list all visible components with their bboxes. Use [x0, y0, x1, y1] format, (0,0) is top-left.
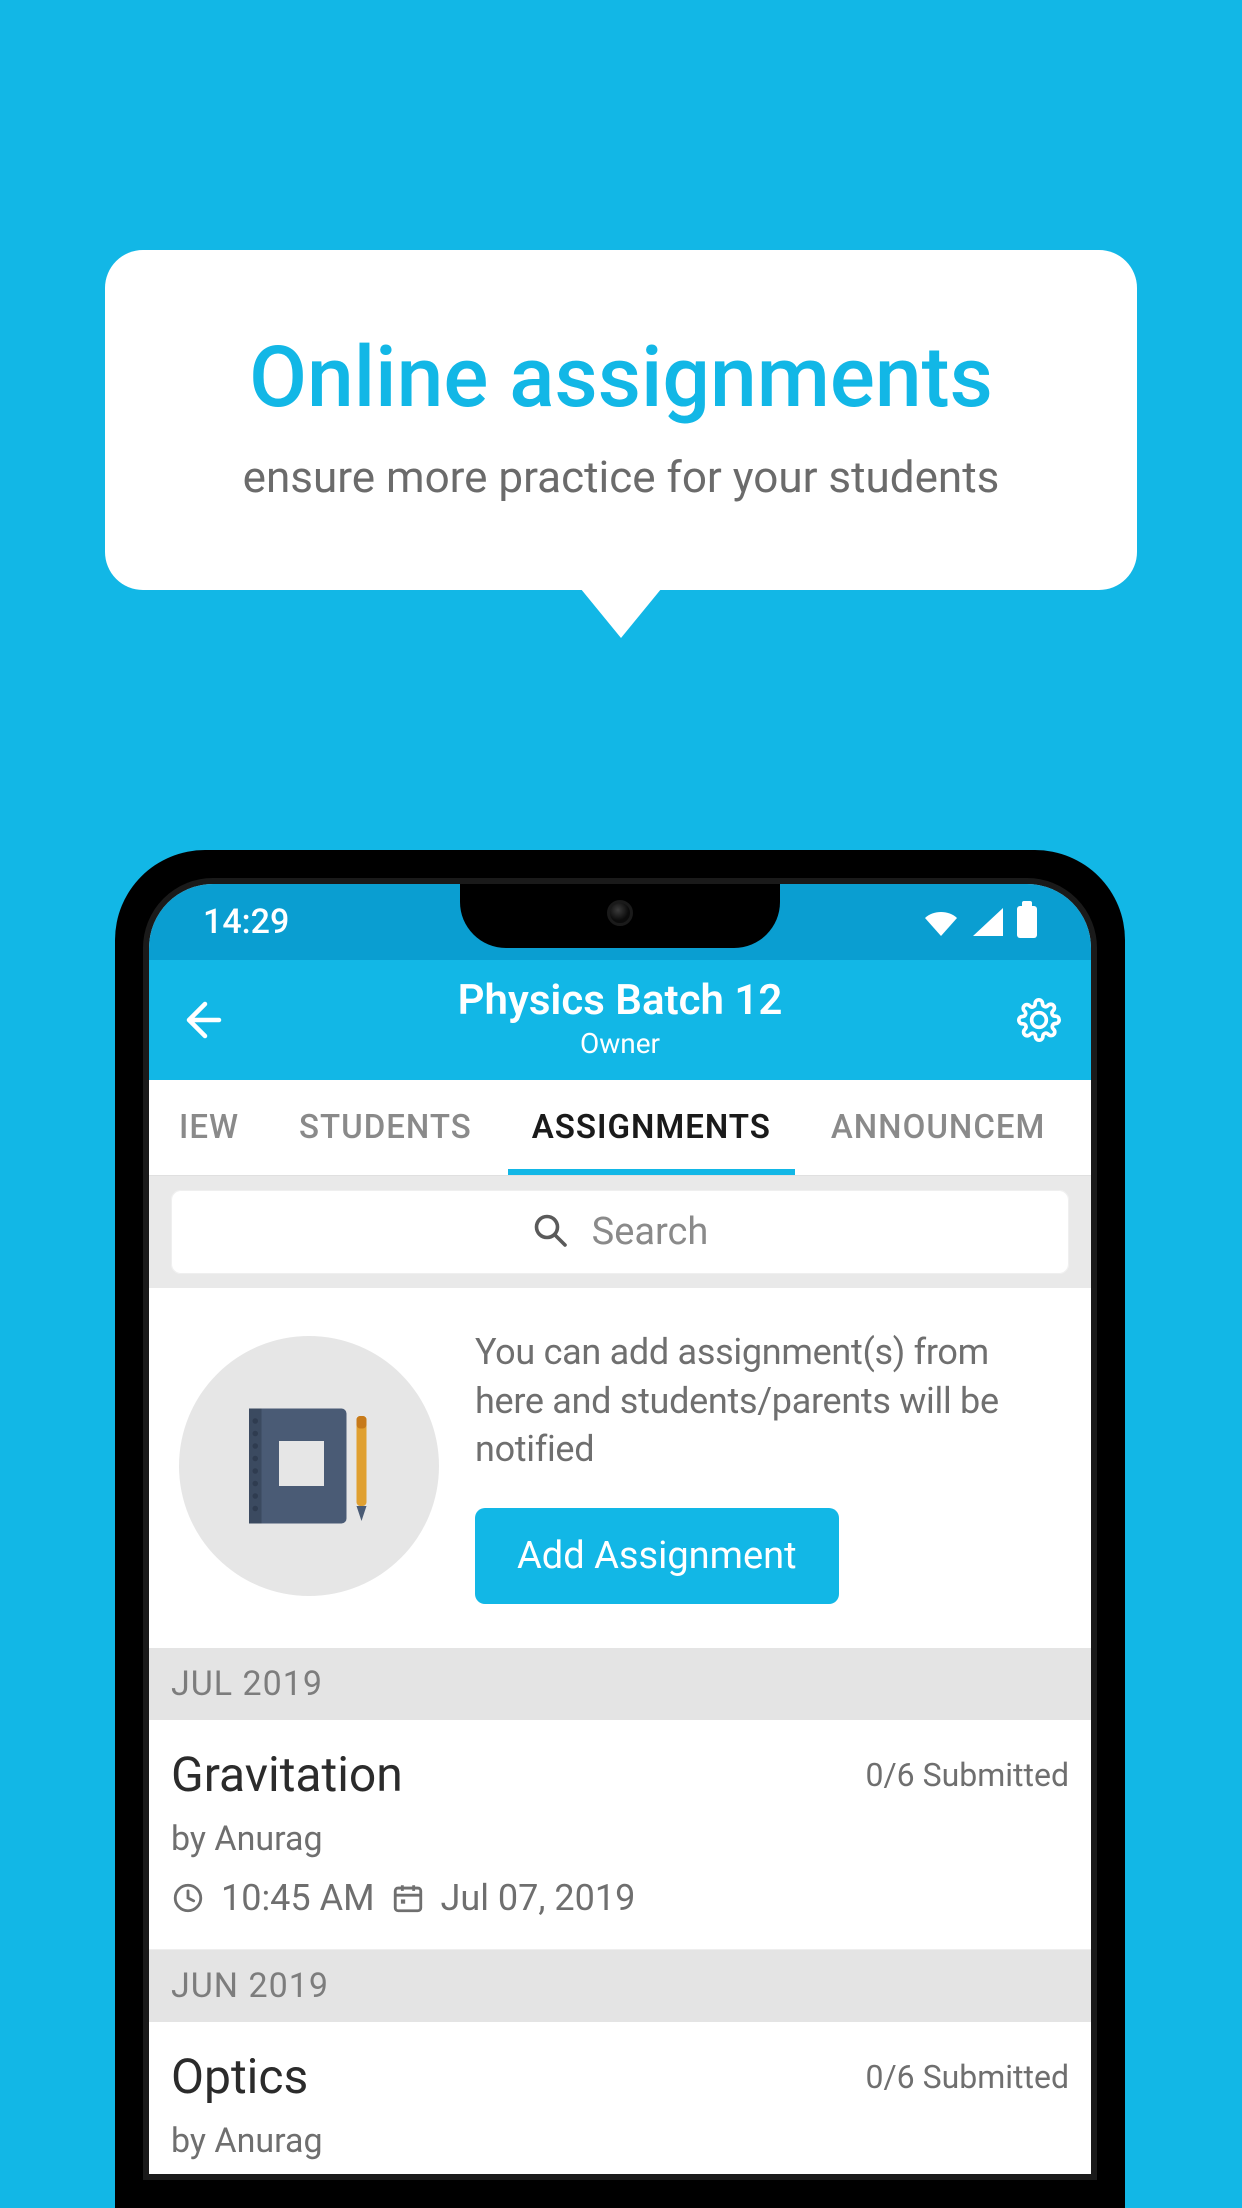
phone-screen: 14:29 P: [149, 884, 1091, 2174]
search-icon: [532, 1212, 568, 1252]
tab-label: IEW: [179, 1108, 239, 1147]
assignment-meta: 10:45 AM Jul 07, 2019: [171, 1877, 1069, 1919]
wifi-icon: [923, 908, 959, 936]
calendar-icon: [391, 1881, 425, 1915]
status-icons: [923, 906, 1037, 938]
search-container: Search: [149, 1176, 1091, 1288]
assignment-author: by Anurag: [171, 1819, 1069, 1859]
phone-notch: [460, 884, 780, 948]
assignment-status: 0/6 Submitted: [865, 2058, 1069, 2096]
assignment-author: by Anurag: [171, 2121, 1069, 2161]
promo-title: Online assignments: [249, 328, 993, 427]
month-header: JUN 2019: [149, 1950, 1091, 2022]
page-title: Physics Batch 12: [231, 976, 1009, 1025]
page-subtitle: Owner: [231, 1027, 1009, 1060]
assignment-time: 10:45 AM: [221, 1877, 375, 1919]
promo-card: Online assignments ensure more practice …: [105, 250, 1137, 590]
camera-icon: [607, 900, 633, 926]
assignment-date: Jul 07, 2019: [441, 1877, 636, 1919]
tab-overview[interactable]: IEW: [149, 1080, 269, 1175]
search-input[interactable]: Search: [171, 1190, 1069, 1274]
tab-bar: IEW STUDENTS ASSIGNMENTS ANNOUNCEM: [149, 1080, 1091, 1176]
arrow-left-icon: [179, 998, 223, 1042]
assignment-status: 0/6 Submitted: [865, 1756, 1069, 1794]
info-text: You can add assignment(s) from here and …: [475, 1328, 1061, 1474]
phone-inner-ring: 14:29 P: [143, 878, 1097, 2180]
notebook-icon: [179, 1336, 439, 1596]
assignment-item[interactable]: Optics 0/6 Submitted by Anurag: [149, 2022, 1091, 2174]
add-assignment-button[interactable]: Add Assignment: [475, 1508, 839, 1604]
battery-icon: [1017, 906, 1037, 938]
assignment-title: Gravitation: [171, 1746, 403, 1803]
search-placeholder: Search: [592, 1210, 709, 1254]
promo-subtitle: ensure more practice for your students: [243, 451, 1000, 503]
tab-label: ANNOUNCEM: [831, 1108, 1046, 1147]
promo-tail: [576, 583, 666, 638]
add-assignment-card: You can add assignment(s) from here and …: [149, 1288, 1091, 1648]
assignment-title: Optics: [171, 2048, 308, 2105]
clock-icon: [171, 1881, 205, 1915]
tab-label: ASSIGNMENTS: [532, 1108, 771, 1147]
cellular-icon: [973, 908, 1003, 936]
phone-side-button: [1123, 1550, 1125, 1750]
tab-label: STUDENTS: [299, 1108, 472, 1147]
status-time: 14:29: [203, 902, 289, 942]
phone-side-button: [1123, 1190, 1125, 1280]
assignment-item[interactable]: Gravitation 0/6 Submitted by Anurag 10:4…: [149, 1720, 1091, 1950]
tab-assignments[interactable]: ASSIGNMENTS: [502, 1080, 801, 1175]
tab-announcements[interactable]: ANNOUNCEM: [801, 1080, 1076, 1175]
app-header: Physics Batch 12 Owner: [149, 960, 1091, 1080]
gear-icon: [1017, 998, 1061, 1042]
month-header: JUL 2019: [149, 1648, 1091, 1720]
phone-side-button: [115, 1320, 117, 1520]
tab-students[interactable]: STUDENTS: [269, 1080, 502, 1175]
phone-frame: 14:29 P: [115, 850, 1125, 2208]
back-button[interactable]: [171, 990, 231, 1050]
settings-button[interactable]: [1009, 990, 1069, 1050]
